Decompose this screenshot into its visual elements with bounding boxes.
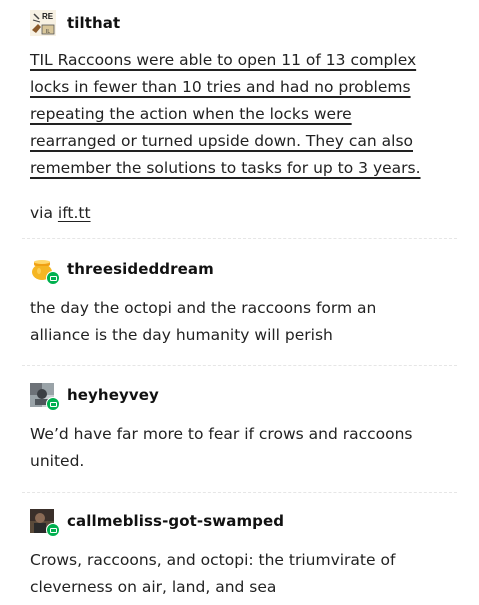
post-header: threesideddream [30,257,470,285]
avatar[interactable]: RE IL [30,10,56,36]
avatar[interactable] [30,509,60,537]
username[interactable]: threesideddream [67,260,214,278]
post-heyheyvey: heyheyvey We’d have far more to fear if … [30,383,470,470]
avatar-label: RE [42,12,54,21]
username[interactable]: tilthat [67,14,120,32]
post-threesideddream: threesideddream the day the octopi and t… [30,257,470,344]
body-line: united. [30,452,85,470]
via-line: via ift.tt [30,200,91,227]
title-line: TIL Raccoons were able to open 11 of 13 … [30,51,417,69]
reblog-badge-icon [46,271,60,285]
via-prefix: via [30,204,58,222]
separator [22,365,457,366]
body-line: alliance is the day humanity will perish [30,326,333,344]
body-line: cleverness on air, land, and sea [30,578,277,596]
reblog-badge-icon [46,397,60,411]
avatar[interactable] [30,383,60,411]
post-body: the day the octopi and the raccoons form… [30,295,376,349]
title-line: remember the solutions to tasks for up t… [30,159,421,177]
post-body: Crows, raccoons, and octopi: the triumvi… [30,547,395,601]
title-line: rearranged or turned upside down. They c… [30,132,413,150]
body-line: the day the octopi and the raccoons form… [30,299,377,317]
source-link[interactable]: ift.tt [58,204,91,222]
post-header: callmebliss-got-swamped [30,509,470,537]
title-line: locks in fewer than 10 tries and had no … [30,78,411,96]
separator [22,238,457,239]
username[interactable]: heyheyvey [67,386,159,404]
svg-text:IL: IL [46,29,50,35]
post-title-link[interactable]: TIL Raccoons were able to open 11 of 13 … [30,47,421,182]
reblog-thread: RE IL tilthat TIL Raccoons were able to … [0,0,479,605]
username[interactable]: callmebliss-got-swamped [67,512,284,530]
post-header: RE IL tilthat [30,10,470,36]
body-line: We’d have far more to fear if crows and … [30,425,413,443]
post-header: heyheyvey [30,383,470,411]
body-line: Crows, raccoons, and octopi: the triumvi… [30,551,396,569]
title-line: repeating the action when the locks were [30,105,352,123]
reblog-badge-icon [46,523,60,537]
reddit-til-icon: RE IL [30,10,56,36]
post-tilthat: RE IL tilthat TIL Raccoons were able to … [30,10,470,222]
post-body: We’d have far more to fear if crows and … [30,421,413,475]
post-callmebliss-got-swamped: callmebliss-got-swamped Crows, raccoons,… [30,509,470,596]
separator [22,492,457,493]
avatar[interactable] [30,257,60,285]
